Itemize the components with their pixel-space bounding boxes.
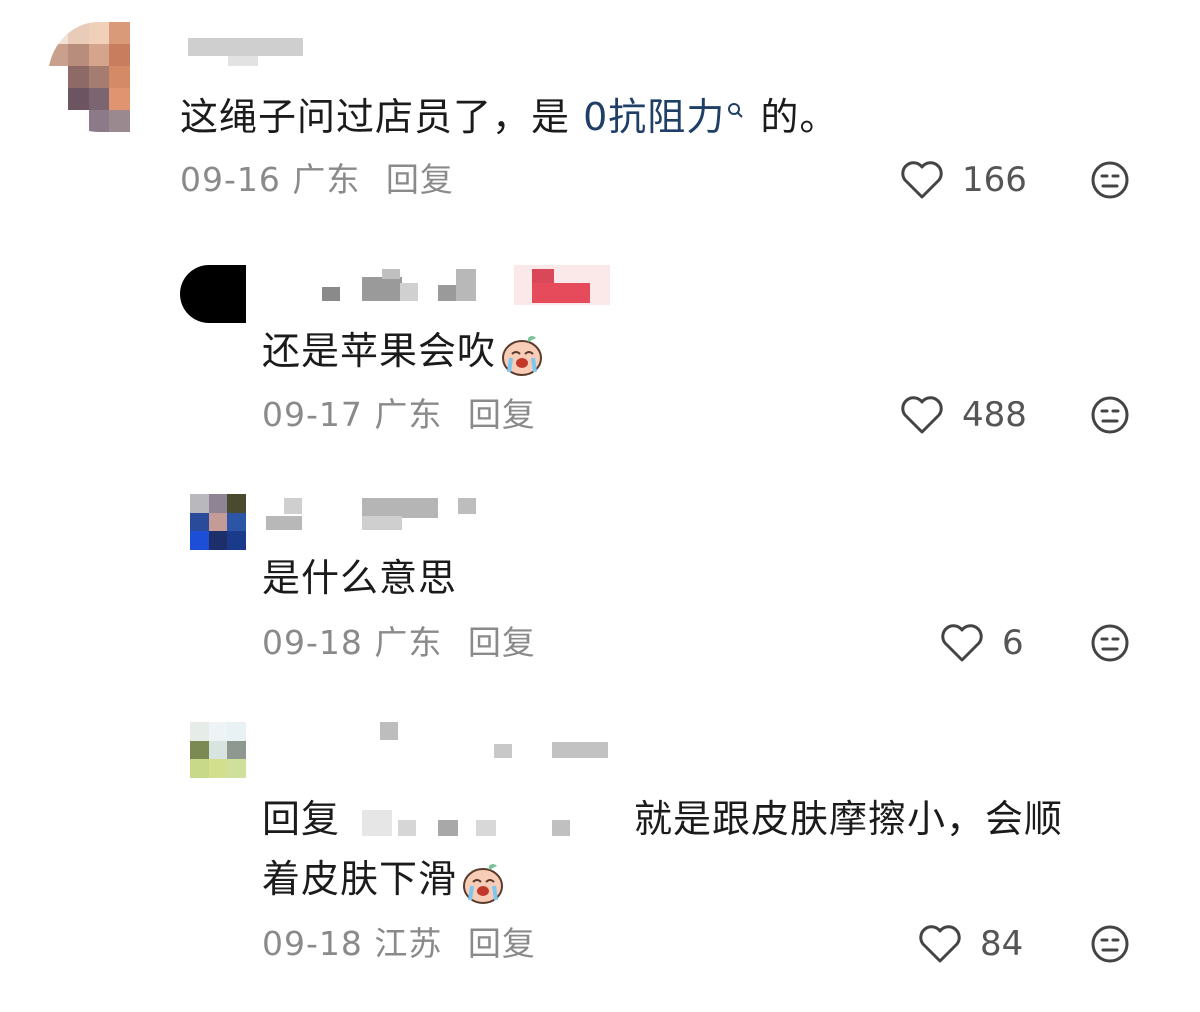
heart-outline-icon [919,925,961,963]
comment-date: 09-17 [262,395,363,434]
crying-laughing-emoji-icon [502,335,543,376]
like-count: 6 [1002,623,1024,663]
reply-item: 回复 就是跟皮肤摩擦小，会顺 着皮肤下滑 09-18 江苏 回复 84 [0,710,1200,990]
comment-date: 09-18 [262,623,363,662]
like-count: 488 [962,395,1027,435]
avatar[interactable] [190,494,246,550]
comment-date: 09-18 [262,924,363,963]
crying-laughing-emoji-icon [463,863,504,904]
comment-location: 广东 [374,623,443,662]
comment-location: 广东 [292,160,361,199]
comment-text: 回复 [262,790,340,848]
comment-text: 还是苹果会吹 [262,322,546,380]
neutral-face-icon[interactable] [1090,395,1130,435]
heart-outline-icon [941,624,983,662]
comment-item: 这绳子问过店员了，是 0抗阻力 的。 09-16 广东 回复 166 [0,0,1200,230]
comment-text: 是什么意思 [262,556,458,600]
comment-location: 广东 [374,395,443,434]
username[interactable] [380,722,620,762]
username[interactable] [322,265,622,305]
avatar[interactable] [48,22,150,132]
reply-button[interactable]: 回复 [468,395,536,434]
like-button[interactable]: 488 [900,395,1027,435]
like-button[interactable]: 166 [900,160,1027,200]
comment-text: 这绳子问过店员了，是 0抗阻力 的。 [180,88,838,146]
comment-location: 江苏 [374,924,443,963]
like-count: 84 [980,924,1024,964]
neutral-face-icon[interactable] [1090,160,1130,200]
heart-outline-icon [901,396,943,434]
avatar[interactable] [190,722,246,778]
heart-outline-icon [901,161,943,199]
reply-button[interactable]: 回复 [386,160,454,199]
reply-button[interactable]: 回复 [468,623,536,662]
reply-item: 是什么意思 09-18 广东 回复 6 [0,480,1200,680]
comment-meta: 09-18 江苏 回复 [262,924,536,964]
comment-meta: 09-17 广东 回复 [262,395,536,435]
comment-meta: 09-18 广东 回复 [262,623,536,663]
reply-item: 还是苹果会吹 09-17 广东 回复 488 [0,250,1200,450]
neutral-face-icon[interactable] [1090,924,1130,964]
reply-button[interactable]: 回复 [468,924,536,963]
comment-text-line1: 就是跟皮肤摩擦小，会顺 [634,797,1064,841]
like-button[interactable]: 84 [918,924,1023,964]
neutral-face-icon[interactable] [1090,623,1130,663]
keyword-link[interactable]: 0抗阻力 [583,95,747,139]
reply-target-username[interactable] [362,810,622,840]
comment-date: 09-16 [180,160,281,199]
search-icon [725,88,747,118]
like-button[interactable]: 6 [940,623,1024,663]
reply-prefix: 回复 [262,797,341,841]
comment-text-line2: 着皮肤下滑 [262,850,507,908]
username[interactable] [266,494,486,534]
like-count: 166 [962,160,1027,200]
avatar[interactable] [180,265,246,323]
comment-meta: 09-16 广东 回复 [180,160,454,200]
username[interactable] [188,38,308,68]
